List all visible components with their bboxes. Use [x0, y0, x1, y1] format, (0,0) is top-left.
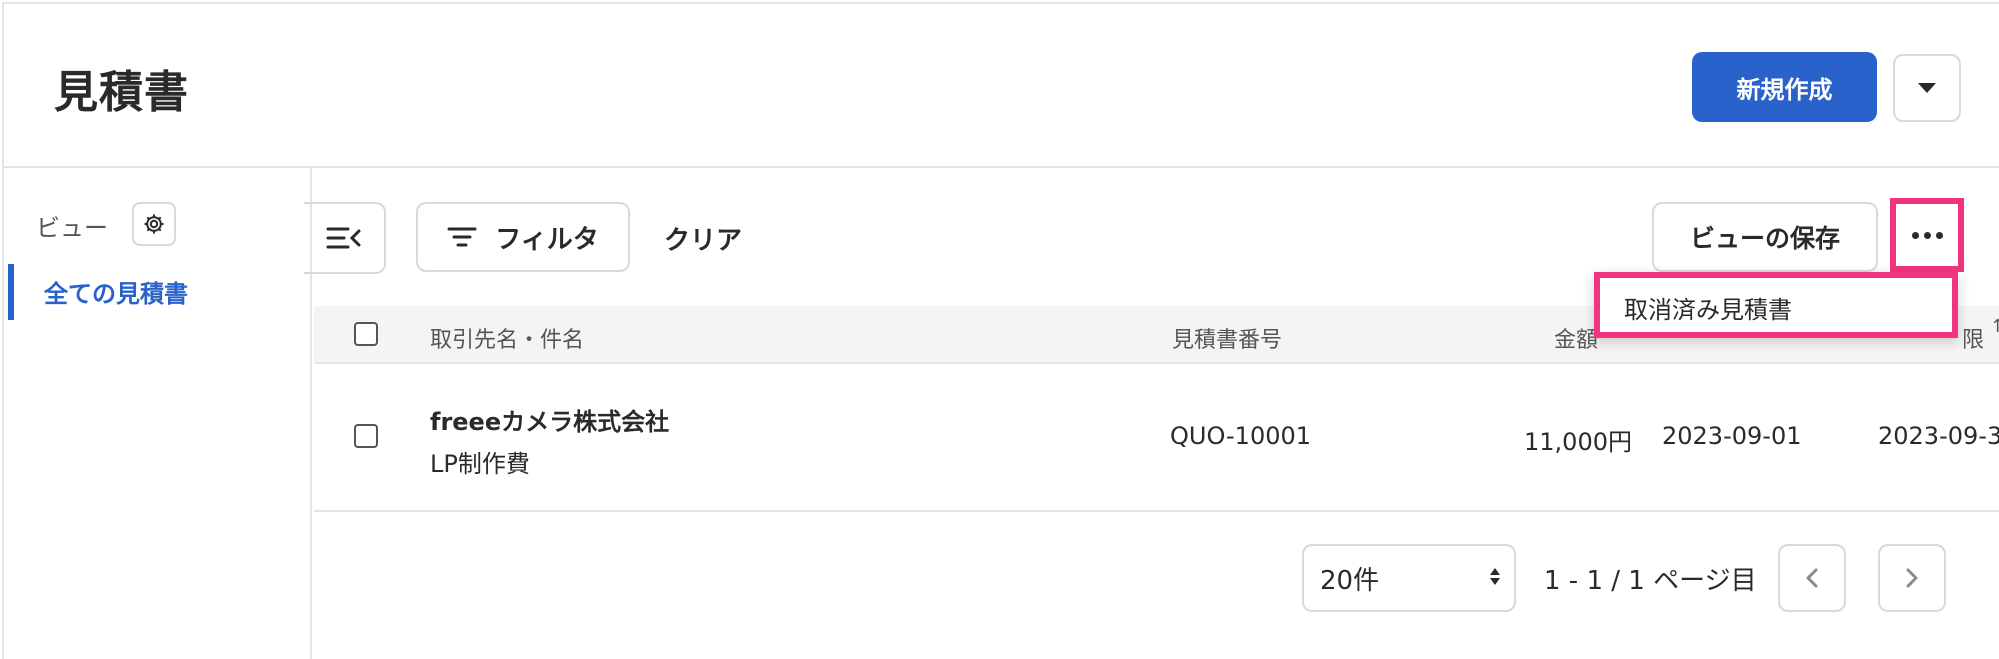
- more-icon-dot: [1923, 231, 1931, 239]
- page-header: 見積書 新規作成: [4, 4, 1999, 168]
- gear-icon: [144, 214, 164, 234]
- sidebar-item-all-quotes[interactable]: 全ての見積書: [44, 274, 188, 309]
- more-icon-dot: [1935, 231, 1943, 239]
- quote-subject: LP制作費: [430, 450, 530, 478]
- clear-filter-link[interactable]: クリア: [664, 220, 742, 257]
- filter-icon: [447, 227, 477, 247]
- sort-ascending-icon[interactable]: ↑: [1990, 316, 1999, 337]
- save-view-button[interactable]: ビューの保存: [1652, 202, 1878, 272]
- per-page-value: 20件: [1320, 565, 1380, 596]
- select-all-checkbox[interactable]: [354, 322, 378, 346]
- row-checkbox[interactable]: [354, 424, 378, 448]
- column-amount[interactable]: 金額: [1554, 322, 1598, 354]
- page-info: 1 - 1 / 1 ページ目: [1544, 566, 1757, 596]
- filter-label: フィルタ: [495, 224, 599, 255]
- issue-date: 2023-09-01: [1662, 422, 1802, 450]
- column-quote-number[interactable]: 見積書番号: [1172, 322, 1282, 354]
- new-options-dropdown-button[interactable]: [1893, 54, 1961, 122]
- collapse-sidebar-button[interactable]: [304, 202, 386, 274]
- more-options-menu: 取消済み見積書: [1594, 272, 1958, 338]
- menu-item-cancelled-quotes[interactable]: 取消済み見積書: [1624, 290, 1792, 325]
- quote-amount: 11,000円: [1524, 428, 1632, 456]
- view-settings-button[interactable]: [132, 202, 176, 246]
- more-options-button[interactable]: [1890, 198, 1964, 272]
- quote-number: QUO-10001: [1170, 422, 1312, 450]
- chevron-left-icon: [1806, 568, 1818, 588]
- new-quote-button[interactable]: 新規作成: [1692, 52, 1877, 122]
- view-sidebar: ビュー 全ての見積書: [4, 168, 312, 659]
- page-title: 見積書: [54, 67, 189, 118]
- table-row[interactable]: freeeカメラ株式会社 LP制作費 QUO-10001 11,000円 202…: [314, 364, 1999, 512]
- per-page-select[interactable]: 20件: [1302, 544, 1516, 612]
- prev-page-button[interactable]: [1778, 544, 1846, 612]
- more-icon-dot: [1911, 231, 1919, 239]
- next-page-button[interactable]: [1878, 544, 1946, 612]
- column-expiry[interactable]: 限: [1962, 322, 1984, 354]
- client-name: freeeカメラ株式会社: [430, 408, 670, 436]
- expiry-date: 2023-09-3: [1878, 422, 1999, 450]
- view-label: ビュー: [36, 214, 108, 242]
- collapse-sidebar-icon: [326, 227, 361, 249]
- caret-down-icon: [1918, 83, 1936, 93]
- app-frame: 見積書 新規作成 ビュー 全ての見積書 フィルタ クリア ビューの保存 取引先名…: [2, 2, 1999, 659]
- chevron-right-icon: [1906, 568, 1918, 588]
- filter-button[interactable]: フィルタ: [416, 202, 630, 272]
- active-indicator: [8, 264, 14, 320]
- select-arrows-icon: [1490, 568, 1500, 585]
- column-client-subject[interactable]: 取引先名・件名: [430, 322, 584, 354]
